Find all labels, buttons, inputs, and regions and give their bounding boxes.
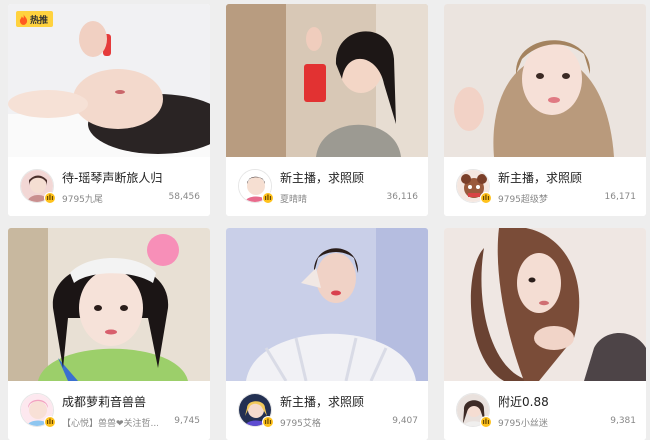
room-thumbnail[interactable] [8, 228, 210, 381]
streamer-name: 9795超级梦 [498, 195, 548, 205]
room-title: 新主播，求照顾 [280, 171, 365, 185]
room-title: 待-瑶琴声断旅人归 [62, 171, 163, 185]
level-badge: ılı [480, 192, 492, 204]
room-info: ılı 新主播，求照顾 夏晴晴 36,116 [226, 157, 428, 216]
streamer-name: 9795小丝迷 [498, 419, 548, 429]
live-room-card[interactable]: 热推 ılı 待-瑶琴声断旅人归 9795九尾 58,456 [8, 4, 210, 216]
streamer-avatar[interactable]: ılı [456, 393, 492, 428]
level-badge: ılı [262, 416, 274, 428]
room-info: ılı 成都萝莉音兽兽 【心悦】兽兽❤关注哲... 9,745 [8, 381, 210, 440]
viewer-count: 9,381 [610, 416, 636, 426]
live-room-card[interactable]: ılı 新主播，求照顾 9795超级梦 16,171 [444, 4, 646, 216]
streamer-avatar[interactable]: ılı [456, 169, 492, 204]
viewer-count: 36,116 [386, 192, 419, 202]
live-room-card[interactable]: ılı 附近0.88 9795小丝迷 9,381 [444, 228, 646, 440]
thumbnail-image [444, 228, 646, 381]
hot-badge: 热推 [16, 11, 54, 27]
streamer-avatar[interactable]: ılı [20, 169, 56, 204]
viewer-count: 9,745 [174, 416, 200, 426]
streamer-name: 夏晴晴 [280, 195, 308, 205]
room-thumbnail[interactable] [226, 4, 428, 157]
room-thumbnail[interactable] [444, 228, 646, 381]
room-thumbnail[interactable] [444, 4, 646, 157]
live-room-grid: 热推 ılı 待-瑶琴声断旅人归 9795九尾 58,456 ılı 新主播，求… [0, 0, 650, 440]
live-room-card[interactable]: ılı 成都萝莉音兽兽 【心悦】兽兽❤关注哲... 9,745 [8, 228, 210, 440]
thumbnail-image [8, 228, 210, 381]
room-info: ılı 待-瑶琴声断旅人归 9795九尾 58,456 [8, 157, 210, 216]
streamer-avatar[interactable]: ılı [238, 393, 274, 428]
level-badge: ılı [480, 416, 492, 428]
viewer-count: 58,456 [168, 192, 201, 202]
flame-icon [19, 13, 28, 25]
viewer-count: 9,407 [392, 416, 418, 426]
live-room-card[interactable]: ılı 新主播，求照顾 9795艾格 9,407 [226, 228, 428, 440]
level-badge: ılı [262, 192, 274, 204]
hot-badge-label: 热推 [30, 15, 49, 26]
thumbnail-image [226, 4, 428, 157]
streamer-avatar[interactable]: ılı [238, 169, 274, 204]
room-title: 成都萝莉音兽兽 [62, 395, 147, 409]
room-thumbnail[interactable]: 热推 [8, 4, 210, 157]
streamer-name: 9795九尾 [62, 195, 103, 205]
level-badge: ılı [44, 416, 56, 428]
room-info: ılı 新主播，求照顾 9795艾格 9,407 [226, 381, 428, 440]
room-title: 新主播，求照顾 [498, 171, 583, 185]
room-title: 新主播，求照顾 [280, 395, 365, 409]
level-badge: ılı [44, 192, 56, 204]
streamer-avatar[interactable]: ılı [20, 393, 56, 428]
room-thumbnail[interactable] [226, 228, 428, 381]
streamer-name: 9795艾格 [280, 419, 321, 429]
viewer-count: 16,171 [604, 192, 637, 202]
room-info: ılı 附近0.88 9795小丝迷 9,381 [444, 381, 646, 440]
room-title: 附近0.88 [498, 395, 549, 409]
room-info: ılı 新主播，求照顾 9795超级梦 16,171 [444, 157, 646, 216]
thumbnail-image [226, 228, 428, 381]
live-room-card[interactable]: ılı 新主播，求照顾 夏晴晴 36,116 [226, 4, 428, 216]
thumbnail-image [444, 4, 646, 157]
streamer-name: 【心悦】兽兽❤关注哲... [62, 419, 158, 429]
